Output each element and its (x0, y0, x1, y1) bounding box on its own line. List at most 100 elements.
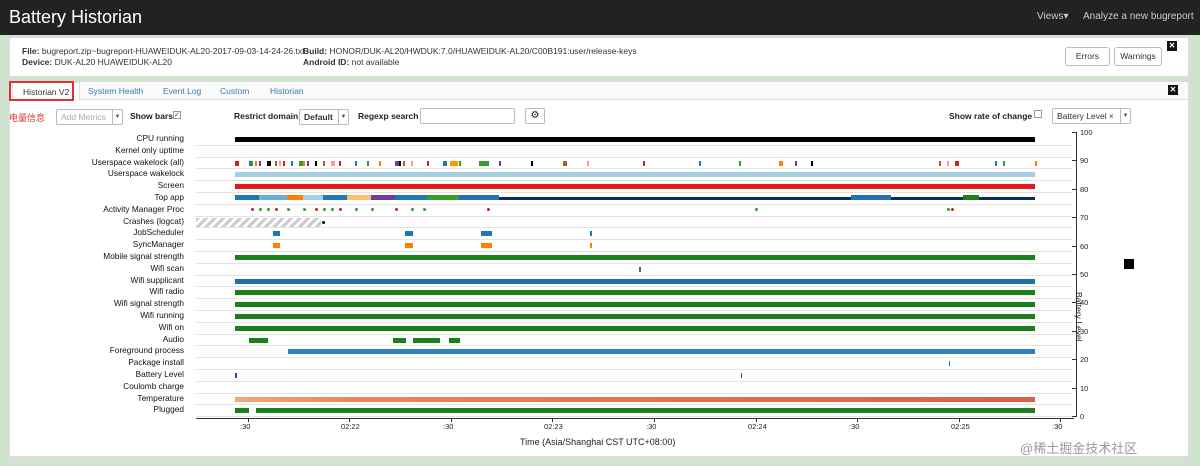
top-app-bar[interactable] (459, 195, 499, 200)
top-app-bar[interactable] (303, 195, 323, 200)
wakelock-tick[interactable] (275, 160, 277, 166)
timeline-bar[interactable] (235, 302, 1035, 308)
wakelock-tick[interactable] (443, 160, 447, 166)
timeline-bar[interactable] (590, 243, 592, 249)
crash-marker[interactable] (322, 220, 325, 224)
top-app-bar[interactable] (259, 195, 287, 200)
wakelock-tick[interactable] (403, 160, 405, 166)
top-app-bar[interactable] (323, 195, 347, 200)
wakelock-tick[interactable] (947, 160, 949, 166)
wakelock-tick[interactable] (643, 160, 645, 166)
warnings-button[interactable]: Warnings (1114, 47, 1162, 66)
wakelock-tick[interactable] (255, 160, 257, 166)
wakelock-tick[interactable] (331, 160, 335, 166)
timeline-bar[interactable] (235, 408, 250, 414)
wakelock-tick[interactable] (995, 160, 997, 166)
timeline-bar[interactable] (405, 231, 413, 237)
wakelock-tick[interactable] (235, 160, 239, 166)
timeline-bar[interactable] (948, 361, 951, 367)
timeline-bar[interactable] (235, 255, 1035, 260)
activity-proc-dot[interactable] (251, 207, 254, 211)
show-bars-checkbox[interactable]: ✓ (173, 111, 181, 119)
wakelock-tick[interactable] (411, 160, 413, 166)
wakelock-tick[interactable] (399, 160, 401, 166)
wakelock-tick[interactable] (479, 160, 489, 166)
wakelock-tick[interactable] (499, 160, 501, 166)
activity-proc-dot[interactable] (371, 207, 374, 211)
timeline-bar[interactable] (235, 172, 1035, 178)
wakelock-tick[interactable] (955, 160, 959, 166)
wakelock-tick[interactable] (279, 160, 281, 166)
timeline-bar[interactable] (449, 337, 460, 343)
wakelock-tick[interactable] (315, 160, 317, 166)
wakelock-tick[interactable] (779, 160, 783, 166)
wakelock-tick[interactable] (303, 160, 305, 166)
wakelock-tick[interactable] (587, 160, 589, 166)
temperature-bar[interactable] (235, 396, 1035, 402)
app-title[interactable]: Battery Historian (9, 7, 142, 28)
activity-proc-dot[interactable] (755, 207, 758, 211)
tab-system-health[interactable]: System Health (88, 86, 143, 96)
top-app-bar[interactable] (963, 195, 979, 200)
activity-proc-dot[interactable] (339, 207, 342, 211)
wakelock-tick[interactable] (459, 160, 461, 166)
wakelock-tick[interactable] (939, 160, 941, 166)
wakelock-tick[interactable] (339, 160, 341, 166)
wakelock-tick[interactable] (355, 160, 357, 166)
gear-icon[interactable]: ⚙ (525, 108, 545, 124)
top-app-bar[interactable] (347, 195, 371, 200)
timeline-bar[interactable] (639, 266, 641, 272)
timeline-bar[interactable] (590, 231, 592, 237)
timeline-bar[interactable] (480, 231, 492, 237)
panel-close-icon[interactable]: ✕ (1168, 85, 1178, 95)
tab-event-log[interactable]: Event Log (163, 86, 201, 96)
wakelock-tick[interactable] (251, 160, 253, 166)
wakelock-tick[interactable] (450, 160, 459, 166)
wakelock-tick[interactable] (427, 160, 429, 166)
timeline-bar[interactable] (235, 137, 1035, 142)
activity-proc-dot[interactable] (423, 207, 426, 211)
regexp-search-input[interactable] (420, 108, 515, 124)
wakelock-tick[interactable] (739, 160, 741, 166)
wakelock-tick[interactable] (291, 160, 293, 166)
wakelock-tick[interactable] (307, 160, 309, 166)
top-app-bar[interactable] (867, 195, 891, 200)
top-app-bar[interactable] (427, 195, 459, 200)
wakelock-tick[interactable] (1035, 160, 1037, 166)
activity-proc-dot[interactable] (267, 207, 270, 211)
wakelock-tick[interactable] (531, 160, 533, 166)
top-app-bar[interactable] (287, 195, 303, 200)
activity-proc-dot[interactable] (275, 207, 278, 211)
timeline-bar[interactable] (235, 184, 1035, 190)
views-menu[interactable]: Views▾ (1037, 11, 1069, 22)
activity-proc-dot[interactable] (323, 207, 326, 211)
activity-proc-dot[interactable] (315, 207, 318, 211)
timeline-bar[interactable] (412, 337, 440, 343)
wakelock-tick[interactable] (699, 160, 701, 166)
activity-proc-dot[interactable] (331, 207, 334, 211)
wakelock-tick[interactable] (267, 160, 271, 166)
top-app-bar[interactable] (371, 195, 395, 200)
wakelock-tick[interactable] (379, 160, 381, 166)
timeline-bar[interactable] (273, 243, 280, 249)
timeline-bar[interactable] (273, 231, 280, 237)
activity-proc-dot[interactable] (303, 207, 306, 211)
errors-button[interactable]: Errors (1065, 47, 1110, 66)
wakelock-tick[interactable] (811, 160, 813, 166)
activity-proc-dot[interactable] (487, 207, 490, 211)
timeline-bar[interactable] (287, 349, 1035, 355)
restrict-domain-select[interactable]: Default ▼ (299, 109, 349, 125)
top-app-bar[interactable] (851, 195, 867, 200)
metric-select[interactable]: Battery Level × ▼ (1052, 108, 1131, 124)
activity-proc-dot[interactable] (287, 207, 290, 211)
timeline-bar[interactable] (235, 278, 1035, 284)
timeline-bar[interactable] (235, 325, 1035, 331)
timeline-bar[interactable] (392, 337, 407, 343)
timeline-bar[interactable] (249, 337, 268, 343)
timeline-bar[interactable] (405, 243, 413, 249)
activity-proc-dot[interactable] (951, 207, 954, 211)
timeline-bar[interactable] (235, 290, 1035, 296)
wakelock-tick[interactable] (283, 160, 285, 166)
tab-custom[interactable]: Custom (220, 86, 249, 96)
wakelock-tick[interactable] (563, 160, 567, 166)
